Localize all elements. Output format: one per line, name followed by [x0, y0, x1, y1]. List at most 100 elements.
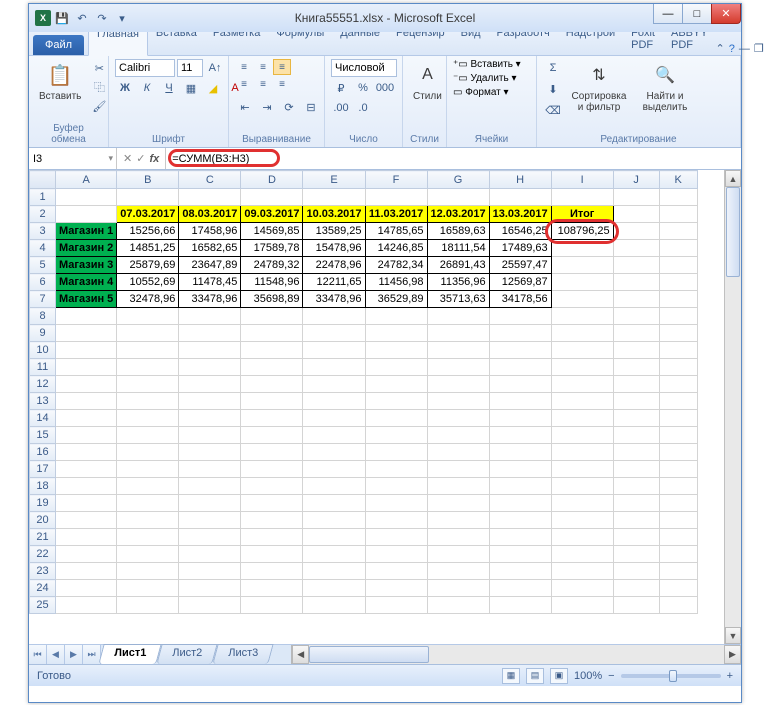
sheet-tab-Лист2[interactable]: Лист2 — [156, 644, 217, 664]
col-header-B[interactable]: B — [117, 171, 179, 189]
data-cell[interactable]: 15478,96 — [303, 240, 365, 257]
cell[interactable] — [613, 257, 659, 274]
cell[interactable] — [551, 461, 613, 478]
store-name[interactable]: Магазин 4 — [56, 274, 117, 291]
cell[interactable] — [56, 427, 117, 444]
cell[interactable] — [241, 512, 303, 529]
cell[interactable] — [56, 478, 117, 495]
cell[interactable] — [427, 410, 489, 427]
cell[interactable] — [427, 189, 489, 206]
percent-icon[interactable]: % — [353, 79, 373, 97]
cell[interactable] — [659, 444, 697, 461]
header-date[interactable]: 09.03.2017 — [241, 206, 303, 223]
data-cell[interactable]: 11456,98 — [365, 274, 427, 291]
cell[interactable] — [56, 529, 117, 546]
zoom-level[interactable]: 100% — [574, 670, 602, 682]
row-header-5[interactable]: 5 — [30, 257, 56, 274]
cell[interactable] — [179, 529, 241, 546]
cell[interactable] — [117, 308, 179, 325]
cell[interactable] — [551, 257, 613, 274]
prev-sheet-icon[interactable]: ◀ — [47, 645, 65, 664]
row-header-21[interactable]: 21 — [30, 529, 56, 546]
cell[interactable] — [117, 444, 179, 461]
cell[interactable] — [117, 461, 179, 478]
border-icon[interactable]: ▦ — [181, 79, 201, 97]
row-header-18[interactable]: 18 — [30, 478, 56, 495]
decrease-indent-icon[interactable]: ⇤ — [235, 98, 255, 116]
cell[interactable] — [551, 495, 613, 512]
cell[interactable] — [489, 563, 551, 580]
row-header-11[interactable]: 11 — [30, 359, 56, 376]
cell[interactable] — [659, 206, 697, 223]
data-cell[interactable]: 24789,32 — [241, 257, 303, 274]
cell[interactable] — [241, 597, 303, 614]
cell[interactable] — [303, 308, 365, 325]
data-cell[interactable]: 34178,56 — [489, 291, 551, 308]
cell[interactable] — [489, 580, 551, 597]
data-cell[interactable]: 11478,45 — [179, 274, 241, 291]
cell[interactable] — [613, 410, 659, 427]
cell[interactable] — [551, 410, 613, 427]
merge-icon[interactable]: ⊟ — [301, 98, 321, 116]
cell[interactable] — [179, 563, 241, 580]
cell[interactable] — [179, 580, 241, 597]
cell[interactable] — [241, 580, 303, 597]
cell[interactable] — [659, 478, 697, 495]
cell[interactable] — [551, 393, 613, 410]
cell[interactable] — [659, 291, 697, 308]
cell[interactable] — [303, 495, 365, 512]
hscroll-thumb[interactable] — [309, 646, 429, 663]
cell[interactable] — [365, 427, 427, 444]
cell[interactable] — [365, 325, 427, 342]
data-cell[interactable]: 14851,25 — [117, 240, 179, 257]
cell[interactable] — [241, 376, 303, 393]
formula-input[interactable]: =СУММ(B3:H3) — [166, 148, 741, 169]
row-header-7[interactable]: 7 — [30, 291, 56, 308]
italic-icon[interactable]: К — [137, 79, 157, 97]
cell[interactable] — [303, 461, 365, 478]
cell[interactable] — [117, 495, 179, 512]
cell[interactable] — [56, 512, 117, 529]
cell[interactable] — [551, 563, 613, 580]
cell[interactable] — [613, 291, 659, 308]
data-cell[interactable]: 16589,63 — [427, 223, 489, 240]
select-all-corner[interactable] — [30, 171, 56, 189]
cell[interactable] — [613, 376, 659, 393]
cell[interactable] — [365, 529, 427, 546]
copy-icon[interactable]: ⿻ — [89, 78, 109, 96]
data-cell[interactable]: 12211,65 — [303, 274, 365, 291]
data-cell[interactable]: 23647,89 — [179, 257, 241, 274]
cell[interactable] — [56, 580, 117, 597]
cell[interactable] — [489, 461, 551, 478]
format-cells-button[interactable]: ▭ Формат ▾ — [453, 87, 521, 98]
cell[interactable] — [179, 597, 241, 614]
header-date[interactable]: 08.03.2017 — [179, 206, 241, 223]
header-itog[interactable]: Итог — [551, 206, 613, 223]
cell[interactable] — [179, 427, 241, 444]
cell[interactable] — [117, 410, 179, 427]
cell[interactable] — [551, 512, 613, 529]
cell[interactable] — [489, 189, 551, 206]
name-box[interactable]: I3 — [29, 148, 117, 169]
cell[interactable] — [56, 189, 117, 206]
cell[interactable] — [659, 257, 697, 274]
row-header-9[interactable]: 9 — [30, 325, 56, 342]
orientation-icon[interactable]: ⟳ — [279, 98, 299, 116]
cell[interactable] — [551, 325, 613, 342]
row-header-6[interactable]: 6 — [30, 274, 56, 291]
paste-button[interactable]: 📋 Вставить — [35, 59, 85, 104]
cell[interactable] — [613, 580, 659, 597]
autosum-icon[interactable]: Σ — [543, 59, 563, 77]
cell[interactable] — [613, 427, 659, 444]
cell[interactable] — [551, 291, 613, 308]
cell[interactable] — [659, 563, 697, 580]
increase-decimal-icon[interactable]: .00 — [331, 99, 351, 117]
scroll-left-icon[interactable]: ◀ — [292, 645, 309, 664]
cell[interactable] — [303, 444, 365, 461]
cell[interactable] — [659, 359, 697, 376]
cell[interactable] — [241, 427, 303, 444]
cell[interactable] — [56, 461, 117, 478]
cell[interactable] — [117, 359, 179, 376]
cell[interactable] — [117, 512, 179, 529]
cell[interactable] — [241, 393, 303, 410]
